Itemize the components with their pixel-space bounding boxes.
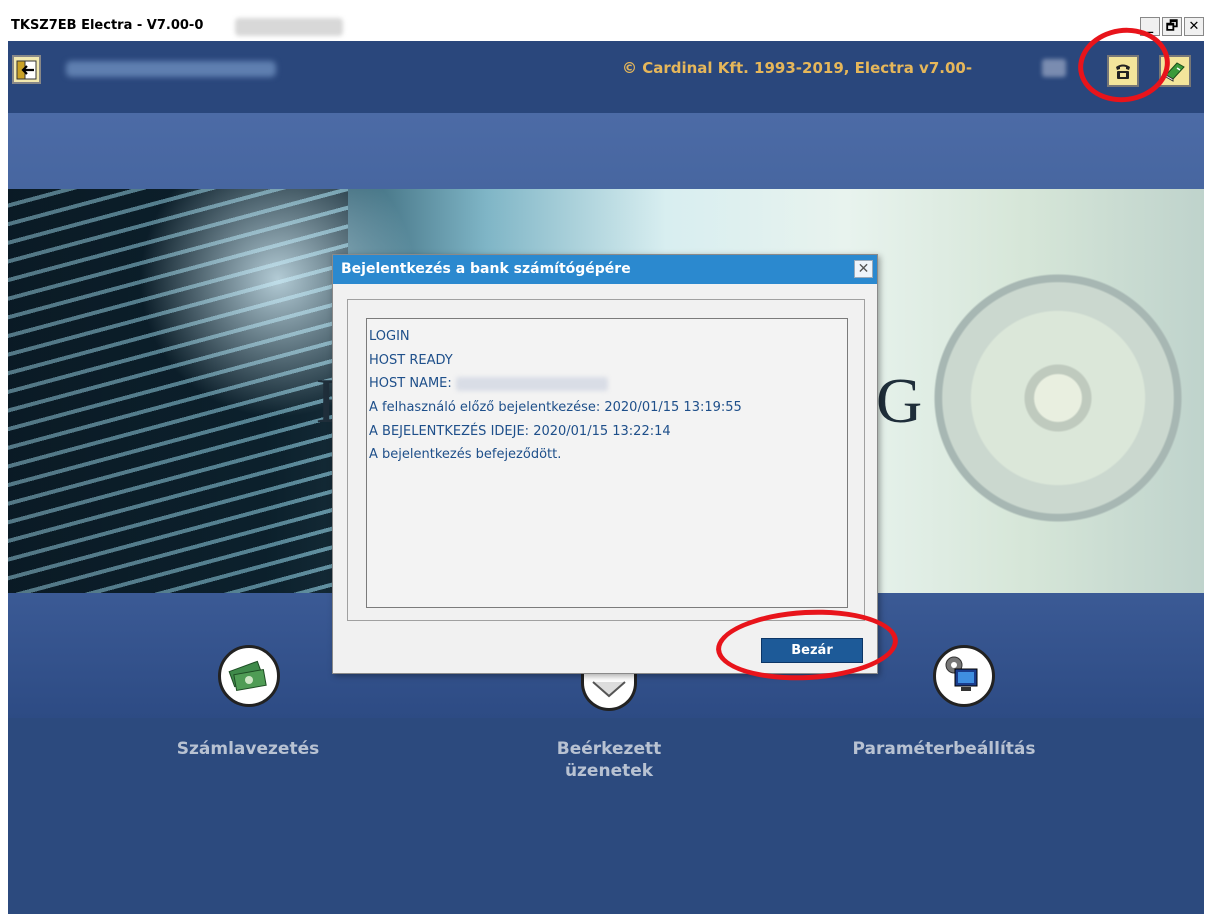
accounting-nav-label[interactable]: Számlavezetés (158, 738, 338, 760)
dialog-titlebar: Bejelentkezés a bank számítógépére ✕ (333, 255, 877, 284)
settings-nav-label[interactable]: Paraméterbeállítás (844, 738, 1044, 760)
messages-label-line2: üzenetek (564, 761, 654, 781)
top-toolbar: © Cardinal Kft. 1993-2019, Electra v7.00… (8, 41, 1204, 113)
settings-nav-icon[interactable] (933, 645, 995, 707)
dialog-close-button[interactable]: ✕ (854, 260, 873, 278)
log-line: HOST READY (369, 352, 453, 368)
dialog-title: Bejelentkezés a bank számítógépére (341, 261, 631, 277)
window-title: TKSZ7EB Electra - V7.00-0 (11, 18, 204, 33)
banner-text-right: G (876, 365, 923, 436)
close-window-button[interactable]: ✕ (1184, 17, 1204, 36)
nav-label-area: Számlavezetés Beérkezett üzenetek Paramé… (8, 718, 1204, 914)
logout-button[interactable] (12, 55, 41, 84)
log-line: A BEJELENTKEZÉS IDEJE: 2020/01/15 13:22:… (369, 423, 671, 439)
envelope-icon (592, 680, 626, 697)
log-line: LOGIN (369, 329, 410, 344)
log-line: A felhasználó előző bejelentkezése: 2020… (369, 400, 742, 416)
gear-computer-icon (945, 656, 978, 691)
cd-disc-graphic (913, 273, 1203, 523)
messages-label-line1: Beérkezett (556, 739, 662, 759)
host-name-label: HOST NAME: (369, 376, 452, 392)
restore-button[interactable]: 🗗 (1162, 17, 1182, 36)
messages-nav-label[interactable]: Beérkezett üzenetek (524, 738, 694, 782)
copyright-text: © Cardinal Kft. 1993-2019, Electra v7.00… (622, 59, 973, 77)
log-line: A bejelentkezés befejeződött. (369, 447, 562, 463)
header-band (8, 113, 1204, 189)
login-log-box: LOGIN HOST READY HOST NAME: A felhasznál… (366, 318, 848, 608)
redacted-version (235, 18, 343, 36)
redacted-host-name (455, 376, 608, 391)
accounting-nav-icon[interactable] (218, 645, 280, 707)
exit-icon (16, 60, 36, 79)
messages-nav-icon[interactable] (581, 671, 637, 711)
window-titlebar: TKSZ7EB Electra - V7.00-0 _ 🗗 ✕ (8, 14, 1204, 41)
redacted-user-name (66, 61, 276, 77)
money-icon (228, 660, 267, 692)
redacted-build (1042, 59, 1066, 77)
log-line-host: HOST NAME: (369, 372, 845, 396)
